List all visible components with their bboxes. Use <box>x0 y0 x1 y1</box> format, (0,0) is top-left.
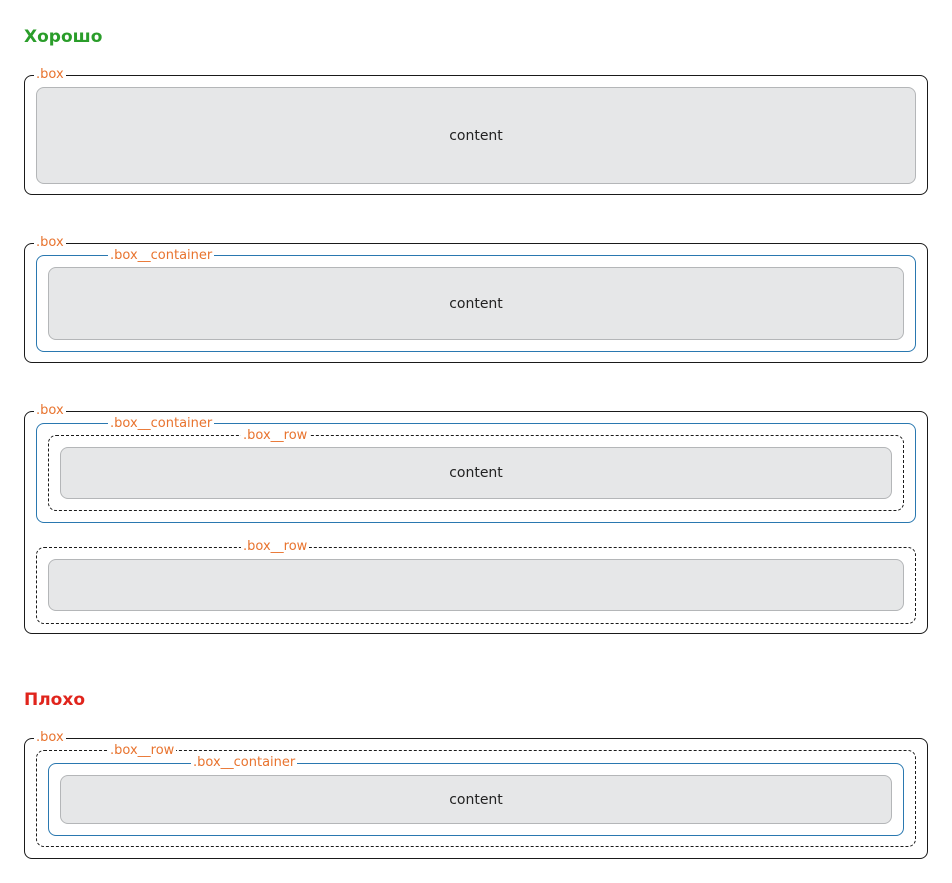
example-1-box: content <box>24 75 928 195</box>
example-4-container-label: .box__container <box>191 755 298 770</box>
example-3-container: content <box>36 423 916 523</box>
example-2-container-label: .box__container <box>108 248 215 263</box>
example-3-second-content <box>48 559 904 611</box>
example-3-second-row-label: .box__row <box>241 539 310 554</box>
example-4-content: content <box>60 775 892 824</box>
content-label: content <box>449 465 503 481</box>
example-4-row: content <box>36 750 916 847</box>
example-3-content: content <box>60 447 892 499</box>
example-2-box-label: .box <box>34 235 66 250</box>
example-2-content: content <box>48 267 904 340</box>
content-label: content <box>449 127 503 144</box>
good-heading: Хорошо <box>24 27 103 47</box>
example-3-row-label: .box__row <box>241 428 310 443</box>
example-3-row: content <box>48 435 904 511</box>
example-3-box-label: .box <box>34 403 66 418</box>
example-3-second-row <box>36 547 916 624</box>
example-3-container-label: .box__container <box>108 416 215 431</box>
content-label: content <box>449 295 503 312</box>
example-3-box: content <box>24 411 928 634</box>
example-2-container: content <box>36 255 916 352</box>
content-label: content <box>449 791 503 808</box>
bad-heading: Плохо <box>24 690 86 710</box>
example-4-row-label: .box__row <box>108 743 177 758</box>
example-4-container: content <box>48 763 904 836</box>
example-4-box-label: .box <box>34 730 66 745</box>
example-1-box-label: .box <box>34 67 66 82</box>
example-1-content: content <box>36 87 916 184</box>
